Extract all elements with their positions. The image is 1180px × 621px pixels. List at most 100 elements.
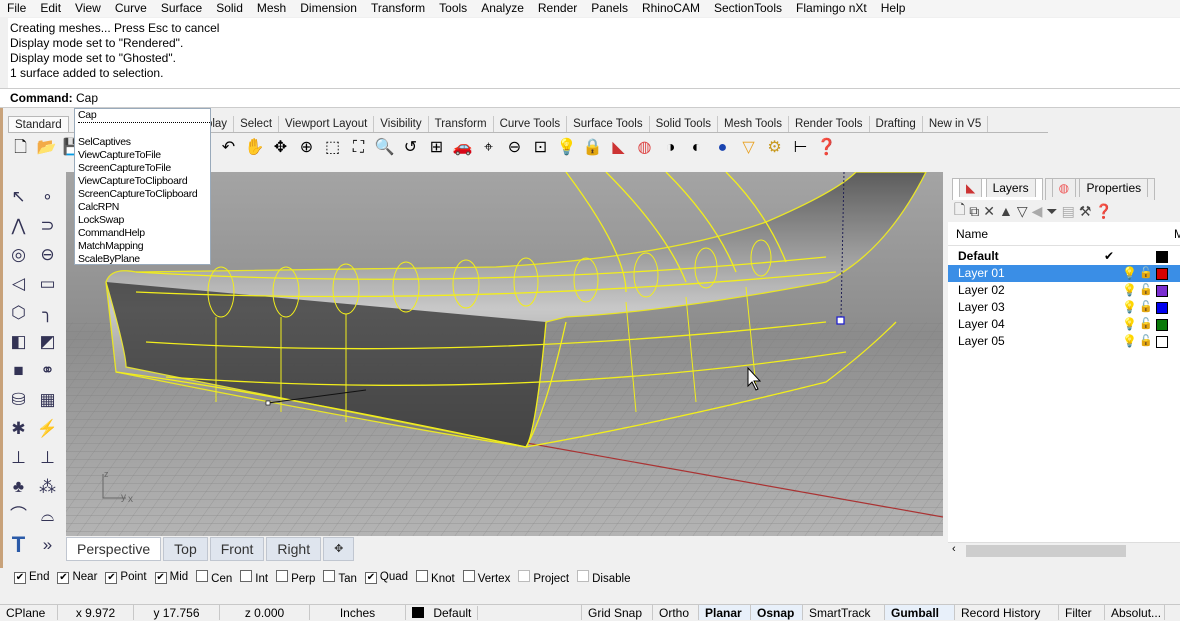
menu-rhinocam[interactable]: RhinoCAM <box>635 0 707 17</box>
shaded-sphere-icon[interactable]: ◑ <box>660 138 681 159</box>
panel-horizontal-scrollbar[interactable]: ‹ <box>948 542 1180 558</box>
autocomplete-item[interactable]: ScreenCaptureToClipboard <box>78 188 210 201</box>
tab-properties[interactable]: ◍ Properties <box>1044 178 1156 200</box>
zoom-window-icon[interactable]: ⬚ <box>322 138 343 159</box>
menu-help[interactable]: Help <box>874 0 913 17</box>
select-arrow-icon[interactable]: ↖ <box>8 186 29 207</box>
fillet-icon[interactable]: ⌓ <box>37 505 58 526</box>
checkbox[interactable] <box>518 570 531 582</box>
render-cone-icon[interactable]: ▽ <box>738 138 759 159</box>
curve-icon[interactable]: ⊃ <box>37 215 58 236</box>
offset-icon[interactable]: ⌒ <box>8 505 29 526</box>
menu-sectiontools[interactable]: SectionTools <box>707 0 789 17</box>
point-icon[interactable]: ∘ <box>37 186 58 207</box>
gumball-icon[interactable]: ⊖ <box>504 138 525 159</box>
layer-icon[interactable]: ◣ <box>608 138 629 159</box>
checkbox[interactable] <box>240 570 253 582</box>
menu-view[interactable]: View <box>68 0 108 17</box>
visibility-bulb-icon[interactable]: 💡 <box>1122 316 1137 333</box>
zoom-selected-icon[interactable]: 🔍 <box>374 138 395 159</box>
checkbox[interactable] <box>577 570 590 582</box>
layer-color-swatch[interactable] <box>1156 251 1168 263</box>
menu-surface[interactable]: Surface <box>154 0 209 17</box>
checkbox[interactable]: ✔ <box>364 572 377 584</box>
move-up-icon[interactable]: ▲ <box>999 203 1013 219</box>
four-viewports-icon[interactable]: ⊞ <box>426 138 447 159</box>
surface-icon[interactable]: ◧ <box>8 331 29 352</box>
rectangle-icon[interactable]: ▭ <box>37 273 58 294</box>
menu-edit[interactable]: Edit <box>33 0 68 17</box>
menu-tools[interactable]: Tools <box>432 0 474 17</box>
menu-render[interactable]: Render <box>531 0 584 17</box>
unlock-icon[interactable]: 🔓 <box>1139 265 1153 282</box>
zoom-icon[interactable]: ⊕ <box>296 138 317 159</box>
osnap-point[interactable]: ✔ Point <box>101 571 147 584</box>
move-down-icon[interactable]: ▽ <box>1017 203 1028 220</box>
autocomplete-item[interactable]: ScaleByPlane <box>78 253 210 266</box>
viewport-tab-front[interactable]: Front <box>209 537 265 561</box>
autocomplete-item[interactable]: SelCaptives <box>78 136 210 149</box>
osnap-quad[interactable]: ✔ Quad <box>361 571 408 584</box>
cplane-label[interactable]: CPlane <box>0 605 58 620</box>
new-layer-icon[interactable]: 🗋 <box>954 199 965 223</box>
toolbar-tab-mesh-tools[interactable]: Mesh Tools <box>718 116 789 132</box>
units[interactable]: Inches <box>310 605 406 620</box>
current-layer[interactable]: Default <box>406 605 582 620</box>
layer-color-swatch[interactable] <box>1156 268 1168 280</box>
color-wheel-icon[interactable]: ◍ <box>634 138 655 159</box>
osnap-tan[interactable]: Tan <box>319 570 357 585</box>
tab-layers[interactable]: ◣ Layers <box>952 178 1043 200</box>
visibility-bulb-icon[interactable]: 💡 <box>1122 265 1137 282</box>
checkbox[interactable] <box>416 570 429 582</box>
checkbox[interactable]: ✔ <box>105 572 118 584</box>
light-icon[interactable]: 💡 <box>556 138 577 159</box>
smarttrack-toggle[interactable]: SmartTrack <box>803 605 885 620</box>
command-input[interactable]: Cap <box>76 91 98 105</box>
toolbar-tab-select[interactable]: Select <box>234 116 280 132</box>
osnap-vertex[interactable]: Vertex <box>459 570 510 585</box>
grid-snap-toggle[interactable]: Grid Snap <box>582 605 653 620</box>
autocomplete-item[interactable]: ViewCaptureToClipboard <box>78 175 210 188</box>
toolbar-tab-surface-tools[interactable]: Surface Tools <box>567 116 650 132</box>
osnap-cen[interactable]: Cen <box>192 570 232 585</box>
autocomplete-item[interactable]: Cap <box>78 109 210 123</box>
autocomplete-item[interactable]: CommandHelp <box>78 227 210 240</box>
unlock-icon[interactable]: 🔓 <box>1139 299 1153 316</box>
layer-row[interactable]: Layer 03 💡 🔓 <box>948 299 1180 316</box>
visibility-bulb-icon[interactable]: 💡 <box>1122 282 1137 299</box>
menu-panels[interactable]: Panels <box>584 0 635 17</box>
box-icon[interactable]: ■ <box>8 360 29 381</box>
dimension-icon[interactable]: ⊢ <box>790 138 811 159</box>
command-line[interactable]: Command: Cap <box>0 88 1180 108</box>
toolbar-tab-curve-tools[interactable]: Curve Tools <box>494 116 568 132</box>
osnap-near[interactable]: ✔ Near <box>53 571 97 584</box>
loft-icon[interactable]: ◩ <box>37 331 58 352</box>
ellipse-icon[interactable]: ⊖ <box>37 244 58 265</box>
select-icon[interactable]: ⊡ <box>530 138 551 159</box>
circle-icon[interactable]: ◎ <box>8 244 29 265</box>
ungroup-icon[interactable]: ⁂ <box>37 476 58 497</box>
blue-sphere-icon[interactable]: ● <box>712 138 733 159</box>
menu-solid[interactable]: Solid <box>209 0 250 17</box>
toolbar-tab-drafting[interactable]: Drafting <box>870 116 923 132</box>
add-viewport-tab-icon[interactable]: ✥ <box>323 537 355 561</box>
layer-row[interactable]: Layer 05 💡 🔓 <box>948 333 1180 350</box>
layer-row[interactable]: Layer 01 💡 🔓 <box>948 265 1180 282</box>
menu-curve[interactable]: Curve <box>108 0 154 17</box>
menu-analyze[interactable]: Analyze <box>474 0 531 17</box>
osnap-toggle[interactable]: Osnap <box>751 605 803 620</box>
visibility-bulb-icon[interactable]: 💡 <box>1122 333 1137 350</box>
checkbox[interactable] <box>462 570 475 582</box>
polygon-icon[interactable]: ⬡ <box>8 302 29 323</box>
viewport-tab-top[interactable]: Top <box>163 537 208 561</box>
undo-icon[interactable]: ↶ <box>218 138 239 159</box>
explode-icon[interactable]: ✱ <box>8 418 29 439</box>
osnap-disable[interactable]: Disable <box>573 570 630 585</box>
toolbar-tab-render-tools[interactable]: Render Tools <box>789 116 870 132</box>
autocomplete-item[interactable]: ViewCaptureToFile <box>78 149 210 162</box>
new-sublayer-icon[interactable]: ⧉ <box>969 203 979 220</box>
layer-color-swatch[interactable] <box>1156 285 1168 297</box>
trim-icon[interactable]: ⊥ <box>8 447 29 468</box>
menu-mesh[interactable]: Mesh <box>250 0 293 17</box>
fillet-curve-icon[interactable]: ╮ <box>37 302 58 323</box>
